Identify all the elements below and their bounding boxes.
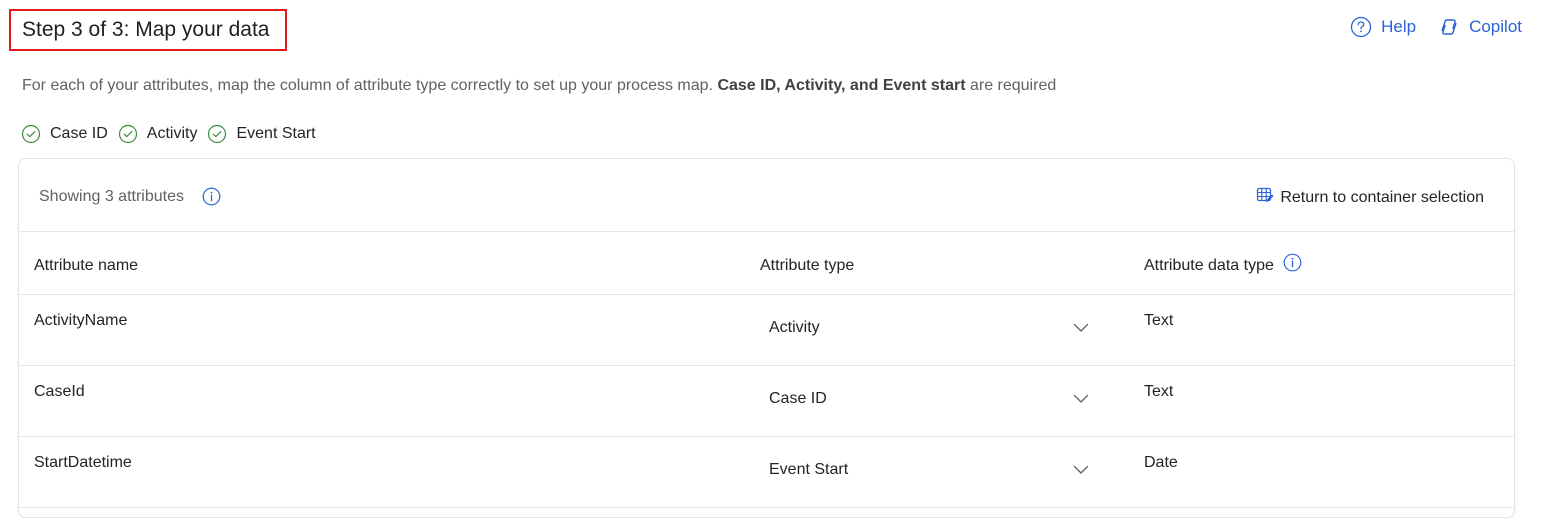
return-to-container-button[interactable]: Return to container selection xyxy=(1256,186,1484,209)
attribute-type-dropdown[interactable]: Event Start xyxy=(769,459,1089,483)
attribute-type-value: Event Start xyxy=(769,461,849,478)
table-row: ActivityName Activity Text xyxy=(19,295,1514,366)
column-header-attribute-type: Attribute type xyxy=(760,257,854,275)
attribute-type-value: Activity xyxy=(769,319,820,336)
attributes-card: Showing 3 attributes Return to container… xyxy=(18,158,1515,518)
attribute-type-value: Case ID xyxy=(769,390,827,407)
top-links: Help Copilot xyxy=(1350,16,1522,38)
help-label: Help xyxy=(1381,17,1417,36)
table-header: Attribute name Attribute type Attribute … xyxy=(19,231,1514,295)
required-item-label: Activity xyxy=(146,125,198,142)
attribute-name-cell: StartDatetime xyxy=(34,454,132,471)
attribute-name-cell: ActivityName xyxy=(34,312,128,329)
required-item-label: Event Start xyxy=(236,125,316,142)
column-header-attribute-name: Attribute name xyxy=(34,257,138,275)
required-item-label: Case ID xyxy=(50,125,108,142)
attribute-name-cell: CaseId xyxy=(34,383,85,400)
help-link[interactable]: Help xyxy=(1350,16,1416,38)
copilot-link[interactable]: Copilot xyxy=(1438,16,1522,38)
attribute-type-dropdown[interactable]: Case ID xyxy=(769,388,1089,412)
info-icon[interactable] xyxy=(1274,253,1302,272)
required-item-activity: Activity xyxy=(118,124,198,144)
page-title: Step 3 of 3: Map your data xyxy=(22,18,270,41)
attribute-data-type-cell: Text xyxy=(1144,383,1174,400)
showing-count: Showing 3 attributes xyxy=(39,187,221,206)
help-icon xyxy=(1350,16,1372,38)
page-title-box: Step 3 of 3: Map your data xyxy=(9,9,287,51)
attribute-data-type-cell: Date xyxy=(1144,454,1178,471)
showing-label: Showing 3 attributes xyxy=(39,187,184,205)
checkmark-circle-icon xyxy=(118,124,147,144)
copilot-label: Copilot xyxy=(1469,17,1522,36)
column-header-label: Attribute data type xyxy=(1144,257,1274,274)
column-header-label: Attribute type xyxy=(760,257,855,274)
required-attributes: Case ID Activity Event Start xyxy=(21,124,326,144)
copilot-icon xyxy=(1438,16,1460,38)
table-row: StartDatetime Event Start Date xyxy=(19,437,1514,508)
checkmark-circle-icon xyxy=(21,124,50,144)
description-bold: Case ID, Activity, and Event start xyxy=(717,77,966,94)
card-header: Showing 3 attributes Return to container… xyxy=(19,159,1514,232)
column-header-label: Attribute name xyxy=(34,257,139,274)
description: For each of your attributes, map the col… xyxy=(22,77,1056,95)
table-row: CaseId Case ID Text xyxy=(19,366,1514,437)
info-icon[interactable] xyxy=(184,187,221,206)
description-text: For each of your attributes, map the col… xyxy=(22,77,718,94)
required-item-case-id: Case ID xyxy=(21,124,108,144)
return-label: Return to container selection xyxy=(1280,188,1484,206)
table-edit-icon xyxy=(1256,186,1274,209)
description-suffix: are required xyxy=(965,77,1057,94)
required-item-event-start: Event Start xyxy=(207,124,316,144)
checkmark-circle-icon xyxy=(207,124,236,144)
attribute-type-dropdown[interactable]: Activity xyxy=(769,317,1089,341)
attribute-data-type-cell: Text xyxy=(1144,312,1174,329)
column-header-attribute-data-type: Attribute data type xyxy=(1144,253,1302,275)
